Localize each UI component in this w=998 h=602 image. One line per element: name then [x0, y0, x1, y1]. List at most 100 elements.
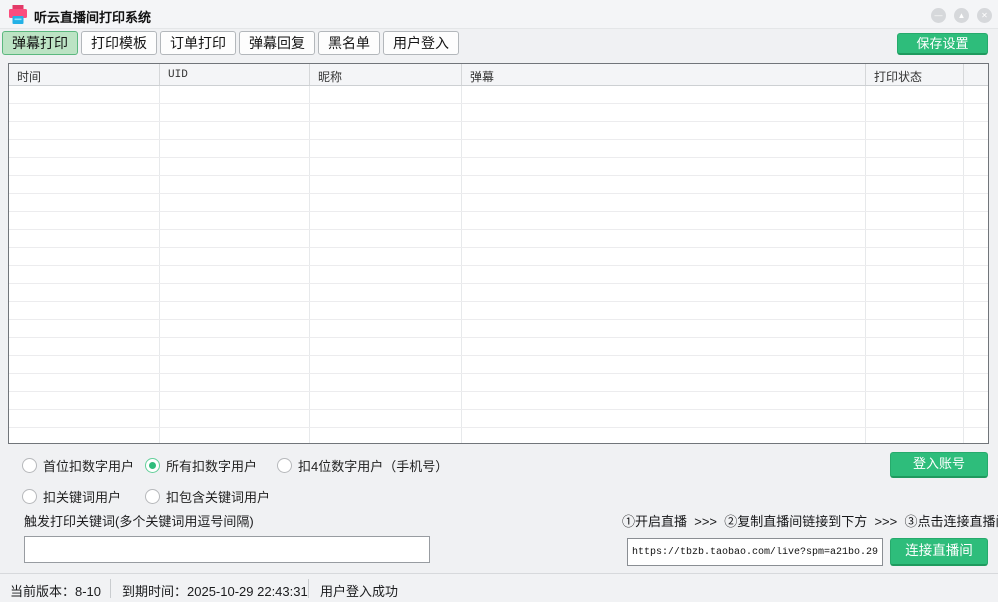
- save-settings-button[interactable]: 保存设置: [897, 33, 988, 55]
- table-cell: [866, 140, 964, 157]
- table-cell: [866, 392, 964, 409]
- table-cell: [310, 266, 462, 283]
- table-cell: [462, 122, 866, 139]
- table-cell: [310, 374, 462, 391]
- table-cell: [160, 140, 310, 157]
- minimize-icon[interactable]: —: [931, 8, 946, 23]
- radio-contains-keyword-user[interactable]: 扣包含关键词用户: [145, 488, 270, 504]
- tab-danmu-reply[interactable]: 弹幕回复: [239, 31, 315, 55]
- table-cell: [866, 410, 964, 427]
- table-row: [9, 212, 988, 230]
- table-cell: [160, 122, 310, 139]
- table-row: [9, 86, 988, 104]
- column-header-time: 时间: [9, 64, 160, 85]
- radio-label: 扣4位数字用户（手机号）: [298, 456, 448, 475]
- table-row: [9, 176, 988, 194]
- app-window: 听云直播间打印系统 — ▲ ✕ 弹幕打印 打印模板 订单打印 弹幕回复 黑名单 …: [0, 0, 998, 602]
- table-cell: [310, 248, 462, 265]
- table-cell: [866, 338, 964, 355]
- table-cell: [9, 284, 160, 301]
- table-row: [9, 158, 988, 176]
- radio-keyword-user[interactable]: 扣关键词用户: [22, 488, 121, 504]
- radio-first-digit-user[interactable]: 首位扣数字用户: [22, 457, 134, 473]
- table-cell: [310, 356, 462, 373]
- table-cell: [160, 194, 310, 211]
- column-header-danmu: 弹幕: [462, 64, 866, 85]
- table-cell: [462, 302, 866, 319]
- status-bar: 当前版本：8-10 到期时间：2025-10-29 22:43:31 用户登入成…: [0, 573, 998, 602]
- version-status: 当前版本：8-10: [10, 581, 101, 600]
- table-row: [9, 356, 988, 374]
- table-cell: [160, 374, 310, 391]
- table-row: [9, 230, 988, 248]
- close-icon[interactable]: ✕: [977, 8, 992, 23]
- table-row: [9, 392, 988, 410]
- table-cell: [964, 338, 988, 355]
- table-cell: [462, 104, 866, 121]
- table-cell: [9, 428, 160, 444]
- table-cell: [462, 248, 866, 265]
- table-cell: [866, 176, 964, 193]
- table-row: [9, 302, 988, 320]
- titlebar: 听云直播间打印系统 — ▲ ✕: [0, 0, 998, 29]
- table-cell: [310, 320, 462, 337]
- maximize-icon[interactable]: ▲: [954, 8, 969, 23]
- table-cell: [9, 158, 160, 175]
- table-cell: [160, 284, 310, 301]
- table-cell: [462, 230, 866, 247]
- radio-all-digit-user[interactable]: 所有扣数字用户: [145, 457, 257, 473]
- table-cell: [310, 194, 462, 211]
- column-header-uid: UID: [160, 64, 310, 85]
- login-account-button[interactable]: 登入账号: [890, 452, 988, 478]
- table-row: [9, 140, 988, 158]
- statusbar-divider: [110, 579, 111, 598]
- table-cell: [866, 302, 964, 319]
- tab-print-template[interactable]: 打印模板: [81, 31, 157, 55]
- tab-danmu-print[interactable]: 弹幕打印: [2, 31, 78, 55]
- table-cell: [160, 158, 310, 175]
- radio-4digit-phone-user[interactable]: 扣4位数字用户（手机号）: [277, 457, 448, 473]
- table-cell: [9, 320, 160, 337]
- table-cell: [866, 266, 964, 283]
- table-cell: [160, 266, 310, 283]
- trigger-keyword-input[interactable]: [24, 536, 430, 563]
- column-header-filler: [964, 64, 988, 85]
- table-cell: [964, 392, 988, 409]
- table-cell: [310, 86, 462, 103]
- table-cell: [866, 320, 964, 337]
- table-cell: [462, 158, 866, 175]
- table-row: [9, 374, 988, 392]
- table-cell: [310, 410, 462, 427]
- table-cell: [9, 86, 160, 103]
- table-cell: [964, 176, 988, 193]
- tab-user-login[interactable]: 用户登入: [383, 31, 459, 55]
- radio-label: 扣包含关键词用户: [166, 487, 270, 506]
- table-row: [9, 104, 988, 122]
- table-cell: [310, 104, 462, 121]
- table-body: [9, 86, 988, 444]
- live-room-url-input[interactable]: [627, 538, 883, 566]
- column-header-print-status: 打印状态: [866, 64, 964, 85]
- tab-blacklist[interactable]: 黑名单: [318, 31, 380, 55]
- table-cell: [964, 284, 988, 301]
- tab-bar: 弹幕打印 打印模板 订单打印 弹幕回复 黑名单 用户登入: [2, 31, 459, 55]
- table-cell: [160, 410, 310, 427]
- table-cell: [866, 212, 964, 229]
- table-cell: [9, 140, 160, 157]
- table-cell: [160, 230, 310, 247]
- table-cell: [310, 176, 462, 193]
- table-cell: [9, 392, 160, 409]
- table-cell: [462, 266, 866, 283]
- connect-live-room-button[interactable]: 连接直播间: [890, 538, 988, 566]
- table-cell: [462, 410, 866, 427]
- table-cell: [310, 428, 462, 444]
- window-controls: — ▲ ✕: [931, 8, 992, 23]
- table-cell: [462, 356, 866, 373]
- table-cell: [9, 176, 160, 193]
- table-cell: [964, 140, 988, 157]
- table-cell: [462, 374, 866, 391]
- tab-order-print[interactable]: 订单打印: [160, 31, 236, 55]
- table-cell: [310, 284, 462, 301]
- table-cell: [310, 158, 462, 175]
- table-cell: [9, 122, 160, 139]
